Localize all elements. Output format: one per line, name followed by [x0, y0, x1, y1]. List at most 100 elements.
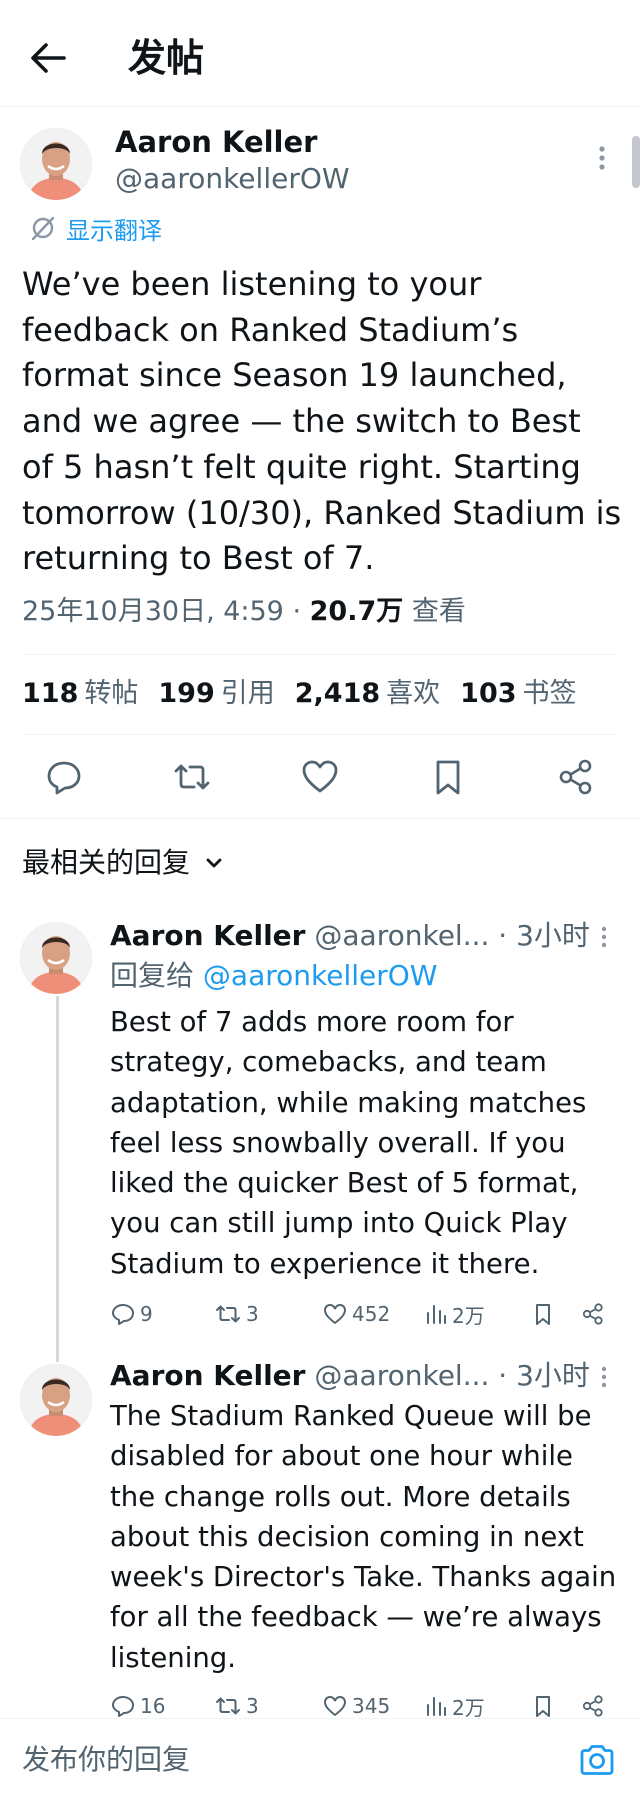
retweet-icon: [216, 1305, 240, 1323]
share-icon: [582, 1303, 603, 1325]
show-translation-label: 显示翻译: [66, 216, 162, 245]
post-meta: 25年10月30日, 4:59 · 20.7万 查看: [22, 594, 466, 630]
author-name[interactable]: Aaron Keller: [115, 124, 317, 160]
retweet-icon: [174, 764, 210, 790]
reply-text-line: listening.: [110, 1641, 237, 1674]
scrollbar-thumb[interactable]: [632, 136, 640, 188]
camera-icon: [580, 1745, 614, 1775]
reply-bookmark-button[interactable]: [530, 1298, 556, 1330]
like-count: 452: [352, 1302, 391, 1326]
retweet-count: 3: [246, 1302, 259, 1326]
stat-likes[interactable]: 2,418 喜欢: [295, 676, 440, 712]
stat-count: 2,418: [294, 678, 381, 709]
reply-author-name[interactable]: Aaron Keller: [110, 919, 305, 952]
heart-icon: [324, 1696, 346, 1716]
thread-line: [56, 996, 59, 1362]
post-stats: 118 转帖 199 引用 2,418 喜欢 103 书签: [22, 676, 577, 712]
post-text-line: tomorrow (10/30), Ranked Stadium is: [22, 493, 622, 532]
stat-quotes[interactable]: 199 引用: [158, 676, 274, 712]
reply-text: Best of 7 adds more room for strategy, c…: [110, 1002, 620, 1284]
reply-header: Aaron Keller @aaronkel... · 3小时: [110, 1358, 590, 1394]
avatar[interactable]: [20, 128, 92, 200]
bookmark-icon: [536, 1696, 550, 1717]
page-title: 发帖: [128, 36, 205, 80]
stat-bookmarks[interactable]: 103 书签: [460, 676, 576, 712]
post-text: We’ve been listening to your feedback on…: [22, 262, 632, 582]
reply-like-button[interactable]: 452: [322, 1298, 390, 1330]
reply-share-button[interactable]: [580, 1298, 606, 1330]
avatar[interactable]: [20, 922, 92, 994]
reply-icon: [112, 1304, 134, 1325]
post-text-line: returning to Best of 7.: [22, 539, 375, 578]
camera-button[interactable]: [578, 1742, 616, 1778]
more-options-button[interactable]: [590, 140, 614, 176]
reply-text-line: liked the quicker Best of 5 format,: [110, 1167, 579, 1200]
view-count: 2万: [452, 1695, 485, 1720]
reply-retweet-button[interactable]: 3: [214, 1298, 259, 1330]
reply-text-line: Best of 7 adds more room for: [110, 1006, 514, 1038]
reply-count: 16: [140, 1694, 166, 1718]
reply-more-button[interactable]: [594, 922, 614, 952]
post-text-line: format since Season 19 launched,: [22, 356, 567, 395]
back-button[interactable]: [26, 36, 70, 80]
reply-views-button[interactable]: 2万: [424, 1298, 485, 1330]
more-vertical-icon: [601, 926, 607, 948]
chevron-down-icon: [206, 858, 222, 868]
stat-count: 199: [158, 678, 215, 709]
show-translation-button[interactable]: 显示翻译: [28, 210, 162, 246]
reply-input[interactable]: 发布你的回复: [22, 1742, 190, 1778]
meta-separator: ·: [283, 596, 310, 627]
reply-text-line: The Stadium Ranked Queue will be: [110, 1400, 592, 1432]
views-icon: [427, 1697, 446, 1716]
avatar-image: [20, 922, 92, 994]
author-handle[interactable]: @aaronkellerOW: [115, 161, 350, 197]
divider: [22, 654, 618, 655]
reply-sort-label: 最相关的回复: [22, 846, 191, 879]
stat-label: 转帖: [84, 678, 139, 709]
post-text-line: and we agree — the switch to Best: [22, 402, 581, 441]
reply-to-prefix: 回复给: [110, 959, 203, 992]
reply-header: Aaron Keller @aaronkel... · 3小时: [110, 918, 590, 954]
reply-to-handle[interactable]: @aaronkellerOW: [203, 959, 438, 992]
bookmark-icon: [436, 760, 460, 795]
views-icon: [427, 1305, 446, 1324]
bookmark-button[interactable]: [426, 755, 470, 799]
more-vertical-icon: [599, 146, 605, 170]
like-button[interactable]: [298, 755, 342, 799]
bookmark-icon: [536, 1304, 550, 1325]
translate-icon: [31, 216, 55, 241]
reply-text: The Stadium Ranked Queue will be disable…: [110, 1396, 620, 1678]
reply-count: 9: [140, 1302, 153, 1326]
heart-icon: [324, 1304, 346, 1324]
reply-sort-dropdown[interactable]: 最相关的回复: [22, 845, 228, 881]
reply-icon: [47, 761, 81, 795]
reply-author-name[interactable]: Aaron Keller: [110, 1359, 305, 1392]
retweet-button[interactable]: [170, 755, 214, 799]
avatar-image: [20, 1364, 92, 1436]
reply-author-handle[interactable]: @aaronkel...: [314, 1359, 489, 1392]
share-button[interactable]: [554, 755, 598, 799]
heart-icon: [302, 760, 338, 793]
reply-more-button[interactable]: [594, 1362, 614, 1392]
reply-time[interactable]: · 3小时: [489, 1359, 590, 1392]
stat-label: 喜欢: [386, 678, 441, 709]
reply-button[interactable]: [42, 755, 86, 799]
reply-author-handle[interactable]: @aaronkel...: [314, 919, 489, 952]
header-divider: [0, 106, 640, 107]
stat-reposts[interactable]: 118 转帖: [22, 676, 138, 712]
view-count: 20.7万: [309, 596, 404, 627]
post-timestamp[interactable]: 25年10月30日, 4:59: [22, 596, 284, 627]
retweet-count: 3: [246, 1694, 259, 1718]
share-icon: [582, 1695, 603, 1717]
reply-time[interactable]: · 3小时: [489, 919, 590, 952]
post-text-line: We’ve been listening to your: [22, 265, 482, 303]
reply-reply-button[interactable]: 9: [110, 1298, 153, 1330]
divider: [0, 818, 640, 819]
more-vertical-icon: [601, 1366, 607, 1388]
reply-text-line: the change rolls out. More details: [110, 1480, 571, 1513]
avatar[interactable]: [20, 1364, 92, 1436]
stat-label: 书签: [522, 678, 577, 709]
reply-text-line: for all the feedback — we’re always: [110, 1601, 602, 1634]
avatar-image: [20, 128, 92, 200]
reply-text-line: feel less snowbally overall. If you: [110, 1126, 566, 1159]
